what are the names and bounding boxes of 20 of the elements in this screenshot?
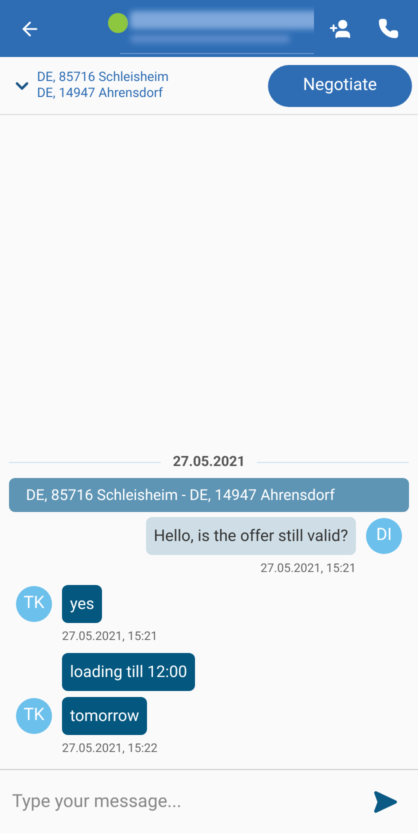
avatar: TK xyxy=(16,698,52,734)
route-destination: DE, 14947 Ahrensdorf xyxy=(37,86,164,102)
date-separator: 27.05.2021 xyxy=(172,452,246,472)
route-banner: DE, 85716 Schleisheim - DE, 14947 Ahrensdorf xyxy=(9,478,409,512)
send-icon xyxy=(372,788,398,814)
message-field[interactable]: Type your message... xyxy=(12,788,372,815)
route-origin: DE, 85716 Schleisheim xyxy=(37,70,170,86)
phone-icon xyxy=(378,18,398,39)
message-bubble: yes xyxy=(62,585,102,623)
negotiate-button[interactable]: Negotiate xyxy=(268,64,412,106)
message-bubble: Hello, is the offer still valid? xyxy=(146,517,356,555)
send-button[interactable] xyxy=(372,788,398,814)
avatar: DI xyxy=(366,518,402,554)
message-bubble: tomorrow xyxy=(62,697,148,735)
message-time: 27.05.2021, 15:21 xyxy=(62,628,158,645)
add-person-icon xyxy=(329,18,351,40)
message-time: 27.05.2021, 15:22 xyxy=(62,740,158,757)
avatar: TK xyxy=(16,586,52,622)
message-bubble: loading till 12:00 xyxy=(62,653,196,691)
message-time: 27.05.2021, 15:21 xyxy=(260,560,356,577)
